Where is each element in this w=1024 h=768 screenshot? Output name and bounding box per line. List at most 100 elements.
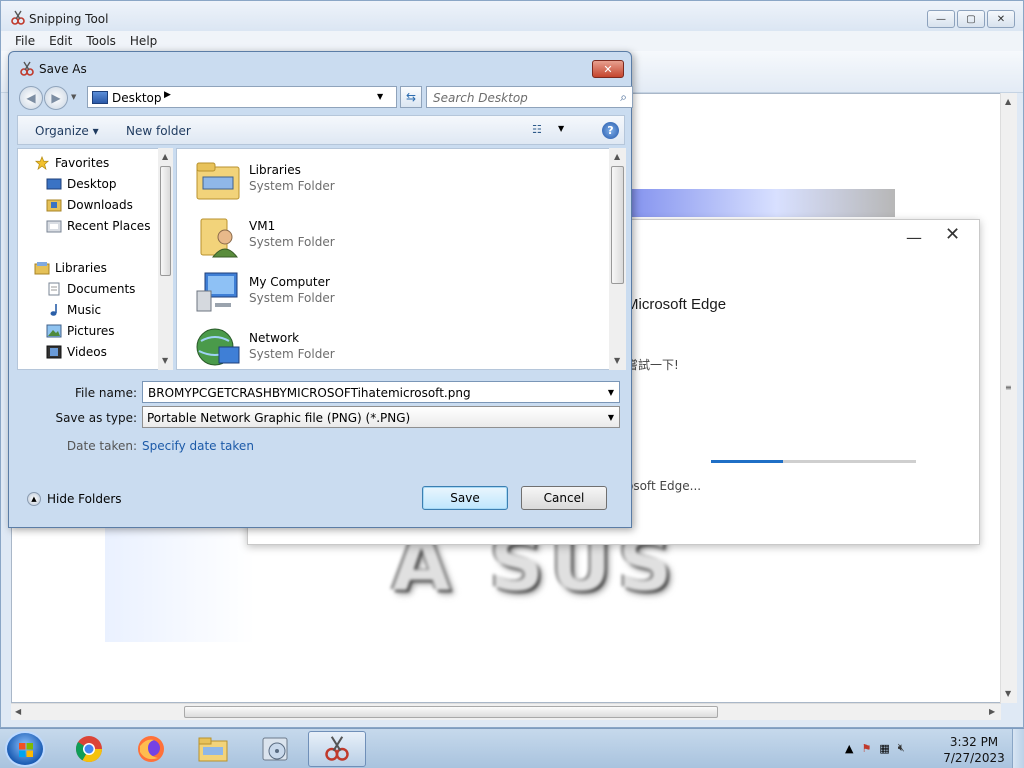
address-bar[interactable]: Desktop ▶ ▼ [87, 86, 397, 108]
network-icon[interactable]: ▦ [879, 742, 889, 755]
view-options-icon[interactable]: ☷ [532, 123, 548, 137]
horizontal-scroll-thumb[interactable] [184, 706, 718, 718]
libraries-folder-icon [196, 162, 240, 200]
menu-help[interactable]: Help [130, 34, 157, 48]
desktop-icon [46, 178, 62, 190]
system-clock[interactable]: 3:32 PM 7/27/2023 [940, 734, 1008, 766]
file-item-network[interactable]: Network System Folder [195, 323, 515, 369]
file-scroll-thumb[interactable] [611, 166, 624, 284]
scroll-grip-icon: ≡ [1005, 383, 1012, 392]
nav-scroll-down-icon[interactable]: ▼ [162, 356, 168, 365]
taskbar-media-player[interactable] [246, 731, 304, 767]
nav-scroll-thumb[interactable] [160, 166, 171, 276]
nav-music[interactable]: Music [46, 303, 101, 317]
new-folder-button[interactable]: New folder [126, 124, 191, 138]
downloads-folder-icon [46, 199, 62, 212]
volume-muted-icon[interactable]: 🔇︎ [898, 741, 905, 755]
file-name-dropdown-icon[interactable]: ▼ [608, 388, 614, 397]
save-as-dialog: Save As ✕ ◀ ▶ ▼ Desktop ▶ ▼ ⇆ Search Des… [8, 51, 633, 528]
nav-pictures[interactable]: Pictures [46, 324, 115, 338]
nav-favorites[interactable]: Favorites [34, 156, 109, 170]
save-button[interactable]: Save [422, 486, 508, 510]
folder-icon [198, 737, 228, 762]
restore-button[interactable]: ▢ [957, 10, 985, 28]
cancel-button[interactable]: Cancel [521, 486, 607, 510]
user-folder-icon [200, 218, 239, 258]
forward-arrow-icon[interactable]: ▶ [44, 86, 68, 110]
clock-date: 7/27/2023 [943, 751, 1005, 765]
date-taken-label: Date taken: [66, 439, 137, 453]
address-text[interactable]: Desktop [112, 91, 162, 105]
file-item-libraries[interactable]: Libraries System Folder [195, 155, 515, 207]
file-item-vm1[interactable]: VM1 System Folder [195, 211, 515, 263]
help-icon[interactable]: ? [602, 122, 619, 139]
file-list-scrollbar[interactable]: ▲ ▼ [609, 148, 626, 370]
hide-folders-button[interactable]: ▲ Hide Folders [27, 492, 122, 506]
search-icon[interactable]: ⌕ [620, 90, 627, 105]
file-scroll-down-icon[interactable]: ▼ [614, 356, 620, 365]
videos-icon [46, 345, 62, 359]
file-name-input[interactable]: BROMYPCGETCRASHBYMICROSOFTihatemicrosoft… [142, 381, 620, 403]
minimize-button[interactable]: — [927, 10, 955, 28]
taskbar-snipping-tool[interactable] [308, 731, 366, 767]
nav-downloads[interactable]: Downloads [46, 198, 133, 212]
edge-close-icon: ✕ [945, 224, 961, 245]
back-arrow-icon[interactable]: ◀ [19, 86, 43, 110]
system-tray: ▲ ⚑ ▦ 🔇︎ [845, 741, 905, 755]
show-hidden-icons-icon[interactable]: ▲ [845, 742, 853, 755]
save-as-titlebar[interactable]: Save As ✕ [9, 52, 631, 82]
file-list-pane: Libraries System Folder VM1 System Folde… [176, 148, 626, 370]
save-as-type-value: Portable Network Graphic file (PNG) (*.P… [147, 411, 411, 425]
navigation-pane: Favorites Desktop Downloads Recent Place… [17, 148, 173, 370]
menu-file[interactable]: File [15, 34, 35, 48]
save-as-type-dropdown-icon[interactable]: ▼ [608, 413, 614, 422]
nav-libraries[interactable]: Libraries [34, 261, 107, 275]
breadcrumb-chevron-icon[interactable]: ▶ [164, 90, 171, 100]
menu-edit[interactable]: Edit [49, 34, 72, 48]
canvas-vertical-scrollbar[interactable]: ▲ ≡ ▼ [1000, 93, 1017, 703]
command-bar: Organize ▾ New folder ☷ ▼ ? [17, 115, 625, 145]
nav-documents[interactable]: Documents [46, 282, 135, 296]
taskbar-file-explorer[interactable] [184, 731, 242, 767]
scroll-up-icon[interactable]: ▲ [1005, 97, 1011, 106]
edge-dialog-message: 嘗試一下! [626, 358, 679, 372]
desktop-folder-icon [92, 91, 108, 104]
file-item-my-computer[interactable]: My Computer System Folder [195, 267, 515, 319]
history-dropdown-icon[interactable]: ▼ [71, 93, 76, 101]
taskbar-firefox[interactable] [122, 731, 180, 767]
snipping-tool-title: Snipping Tool [29, 12, 109, 26]
canvas-horizontal-scrollbar[interactable]: ◀ ▶ [11, 703, 1001, 720]
save-as-close-button[interactable]: ✕ [592, 60, 624, 78]
scroll-down-icon[interactable]: ▼ [1005, 689, 1011, 698]
music-note-icon [50, 304, 57, 316]
collapse-up-icon: ▲ [27, 492, 41, 506]
nav-scroll-up-icon[interactable]: ▲ [162, 152, 168, 161]
search-input[interactable]: Search Desktop ⌕ [426, 86, 633, 108]
taskbar-chrome[interactable] [60, 731, 118, 767]
organize-button[interactable]: Organize ▾ [35, 124, 99, 138]
save-as-type-select[interactable]: Portable Network Graphic file (PNG) (*.P… [142, 406, 620, 428]
scroll-right-icon[interactable]: ▶ [989, 707, 995, 716]
chrome-icon [75, 736, 103, 763]
nav-recent-places[interactable]: Recent Places [46, 219, 150, 233]
file-name-value[interactable]: BROMYPCGETCRASHBYMICROSOFTihatemicrosoft… [148, 386, 471, 400]
snipping-tool-app-icon [11, 10, 25, 25]
action-center-flag-icon[interactable]: ⚑ [861, 742, 871, 755]
nav-videos[interactable]: Videos [46, 345, 107, 359]
refresh-icon[interactable]: ⇆ [400, 86, 422, 108]
close-button[interactable]: ✕ [987, 10, 1015, 28]
view-dropdown-icon[interactable]: ▼ [558, 124, 564, 133]
edge-progress-track [711, 460, 916, 463]
network-globe-icon [196, 328, 240, 366]
scroll-left-icon[interactable]: ◀ [15, 707, 21, 716]
menu-tools[interactable]: Tools [86, 34, 116, 48]
navigation-pane-scrollbar[interactable]: ▲ ▼ [158, 148, 173, 370]
show-desktop-button[interactable] [1012, 729, 1024, 768]
nav-desktop[interactable]: Desktop [46, 177, 117, 191]
address-dropdown-icon[interactable]: ▼ [377, 92, 383, 101]
snipping-tool-titlebar[interactable]: Snipping Tool — ▢ ✕ [1, 1, 1023, 31]
taskbar: ▲ ⚑ ▦ 🔇︎ 3:32 PM 7/27/2023 [0, 728, 1024, 768]
start-button[interactable] [5, 731, 45, 767]
specify-date-taken-link[interactable]: Specify date taken [142, 439, 254, 453]
file-scroll-up-icon[interactable]: ▲ [614, 152, 620, 161]
